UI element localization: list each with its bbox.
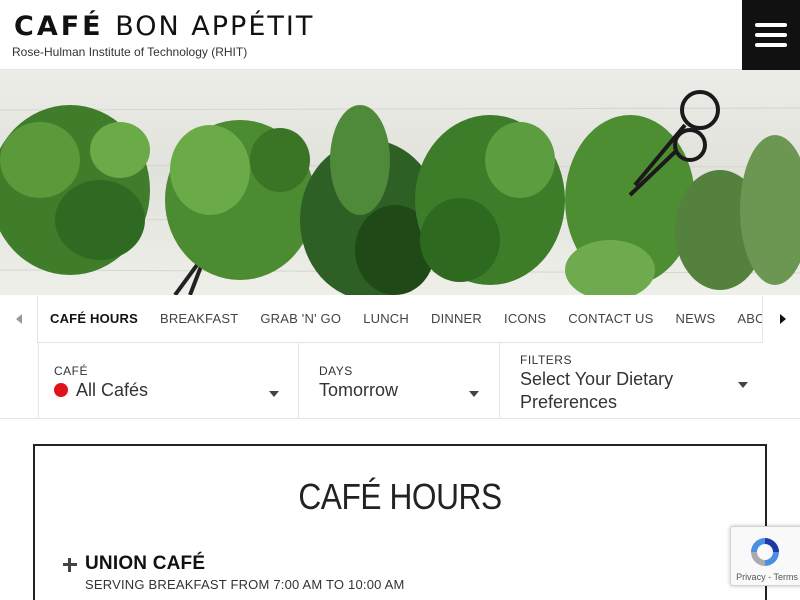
tab-contact-us[interactable]: CONTACT US — [556, 295, 663, 343]
logo-light-text: BON APPÉTIT — [115, 11, 315, 42]
tab-grab-n-go[interactable]: GRAB 'N' GO — [248, 295, 351, 343]
tab-cafe-hours[interactable]: CAFÉ HOURS — [38, 295, 148, 343]
dietary-filter-value-line1: Select Your Dietary — [520, 369, 674, 389]
recaptcha-icon — [751, 538, 779, 566]
cafe-bon-appetit-logo[interactable]: CAFÉ BON APPÉTIT — [14, 11, 314, 43]
chevron-left-icon — [16, 314, 22, 324]
expand-plus-icon[interactable] — [63, 558, 77, 572]
days-select[interactable]: DAYS Tomorrow — [299, 343, 500, 419]
tab-lunch[interactable]: LUNCH — [351, 295, 419, 343]
terms-link[interactable]: Terms — [773, 572, 798, 582]
filter-bar: CAFÉ All Cafés DAYS Tomorrow FILTERS Sel… — [0, 343, 800, 419]
cafe-hours-card: CAFÉ HOURS UNION CAFÉ SERVING BREAKFAST … — [33, 444, 767, 600]
cafe-select-value: All Cafés — [76, 380, 149, 400]
herbs-banner-image — [0, 70, 800, 295]
cafe-hours-text: SERVING BREAKFAST FROM 7:00 AM TO 10:00 … — [85, 577, 405, 592]
privacy-link[interactable]: Privacy — [736, 572, 766, 582]
hamburger-menu-icon[interactable] — [742, 0, 800, 70]
site-header: CAFÉ BON APPÉTIT Rose-Hulman Institute o… — [0, 0, 800, 70]
tab-about-your-cafe[interactable]: ABOUT YOUR CAFÉ — [725, 295, 762, 343]
nav-scroll-right-button[interactable] — [762, 295, 800, 343]
recaptcha-separator: - — [768, 572, 772, 582]
cafe-name[interactable]: UNION CAFÉ — [85, 553, 205, 575]
chevron-down-icon — [269, 391, 279, 397]
cafe-select-label: CAFÉ — [54, 364, 89, 378]
chevron-right-icon — [780, 314, 786, 324]
dietary-filter-label: FILTERS — [520, 353, 572, 367]
chevron-down-icon — [469, 391, 479, 397]
site-subtitle: Rose-Hulman Institute of Technology (RHI… — [12, 45, 248, 59]
nav-items: CAFÉ HOURS BREAKFAST GRAB 'N' GO LUNCH DINNE… — [38, 295, 762, 343]
cafe-status-dot-icon — [54, 383, 68, 397]
tab-dinner[interactable]: DINNER — [419, 295, 492, 343]
chevron-down-icon — [738, 382, 748, 388]
nav-scroll-left-button[interactable] — [0, 295, 38, 343]
section-nav: CAFÉ HOURS BREAKFAST GRAB 'N' GO LUNCH DINNE… — [0, 295, 800, 343]
herbs-illustration — [0, 90, 800, 295]
days-select-value: Tomorrow — [319, 380, 399, 400]
tab-breakfast[interactable]: BREAKFAST — [148, 295, 248, 343]
dietary-filter-value-line2: Preferences — [520, 392, 618, 412]
tab-icons[interactable]: ICONS — [492, 295, 556, 343]
recaptcha-badge[interactable]: Privacy - Terms — [730, 526, 800, 586]
cafe-select[interactable]: CAFÉ All Cafés — [38, 343, 299, 419]
page-title: CAFÉ HOURS — [298, 476, 502, 517]
dietary-filter-select[interactable]: FILTERS Select Your Dietary Preferences — [500, 343, 800, 419]
recaptcha-links: Privacy - Terms — [731, 572, 800, 582]
logo-bold-text: CAFÉ — [14, 11, 104, 42]
tab-news[interactable]: NEWS — [664, 295, 726, 343]
days-select-label: DAYS — [319, 364, 353, 378]
